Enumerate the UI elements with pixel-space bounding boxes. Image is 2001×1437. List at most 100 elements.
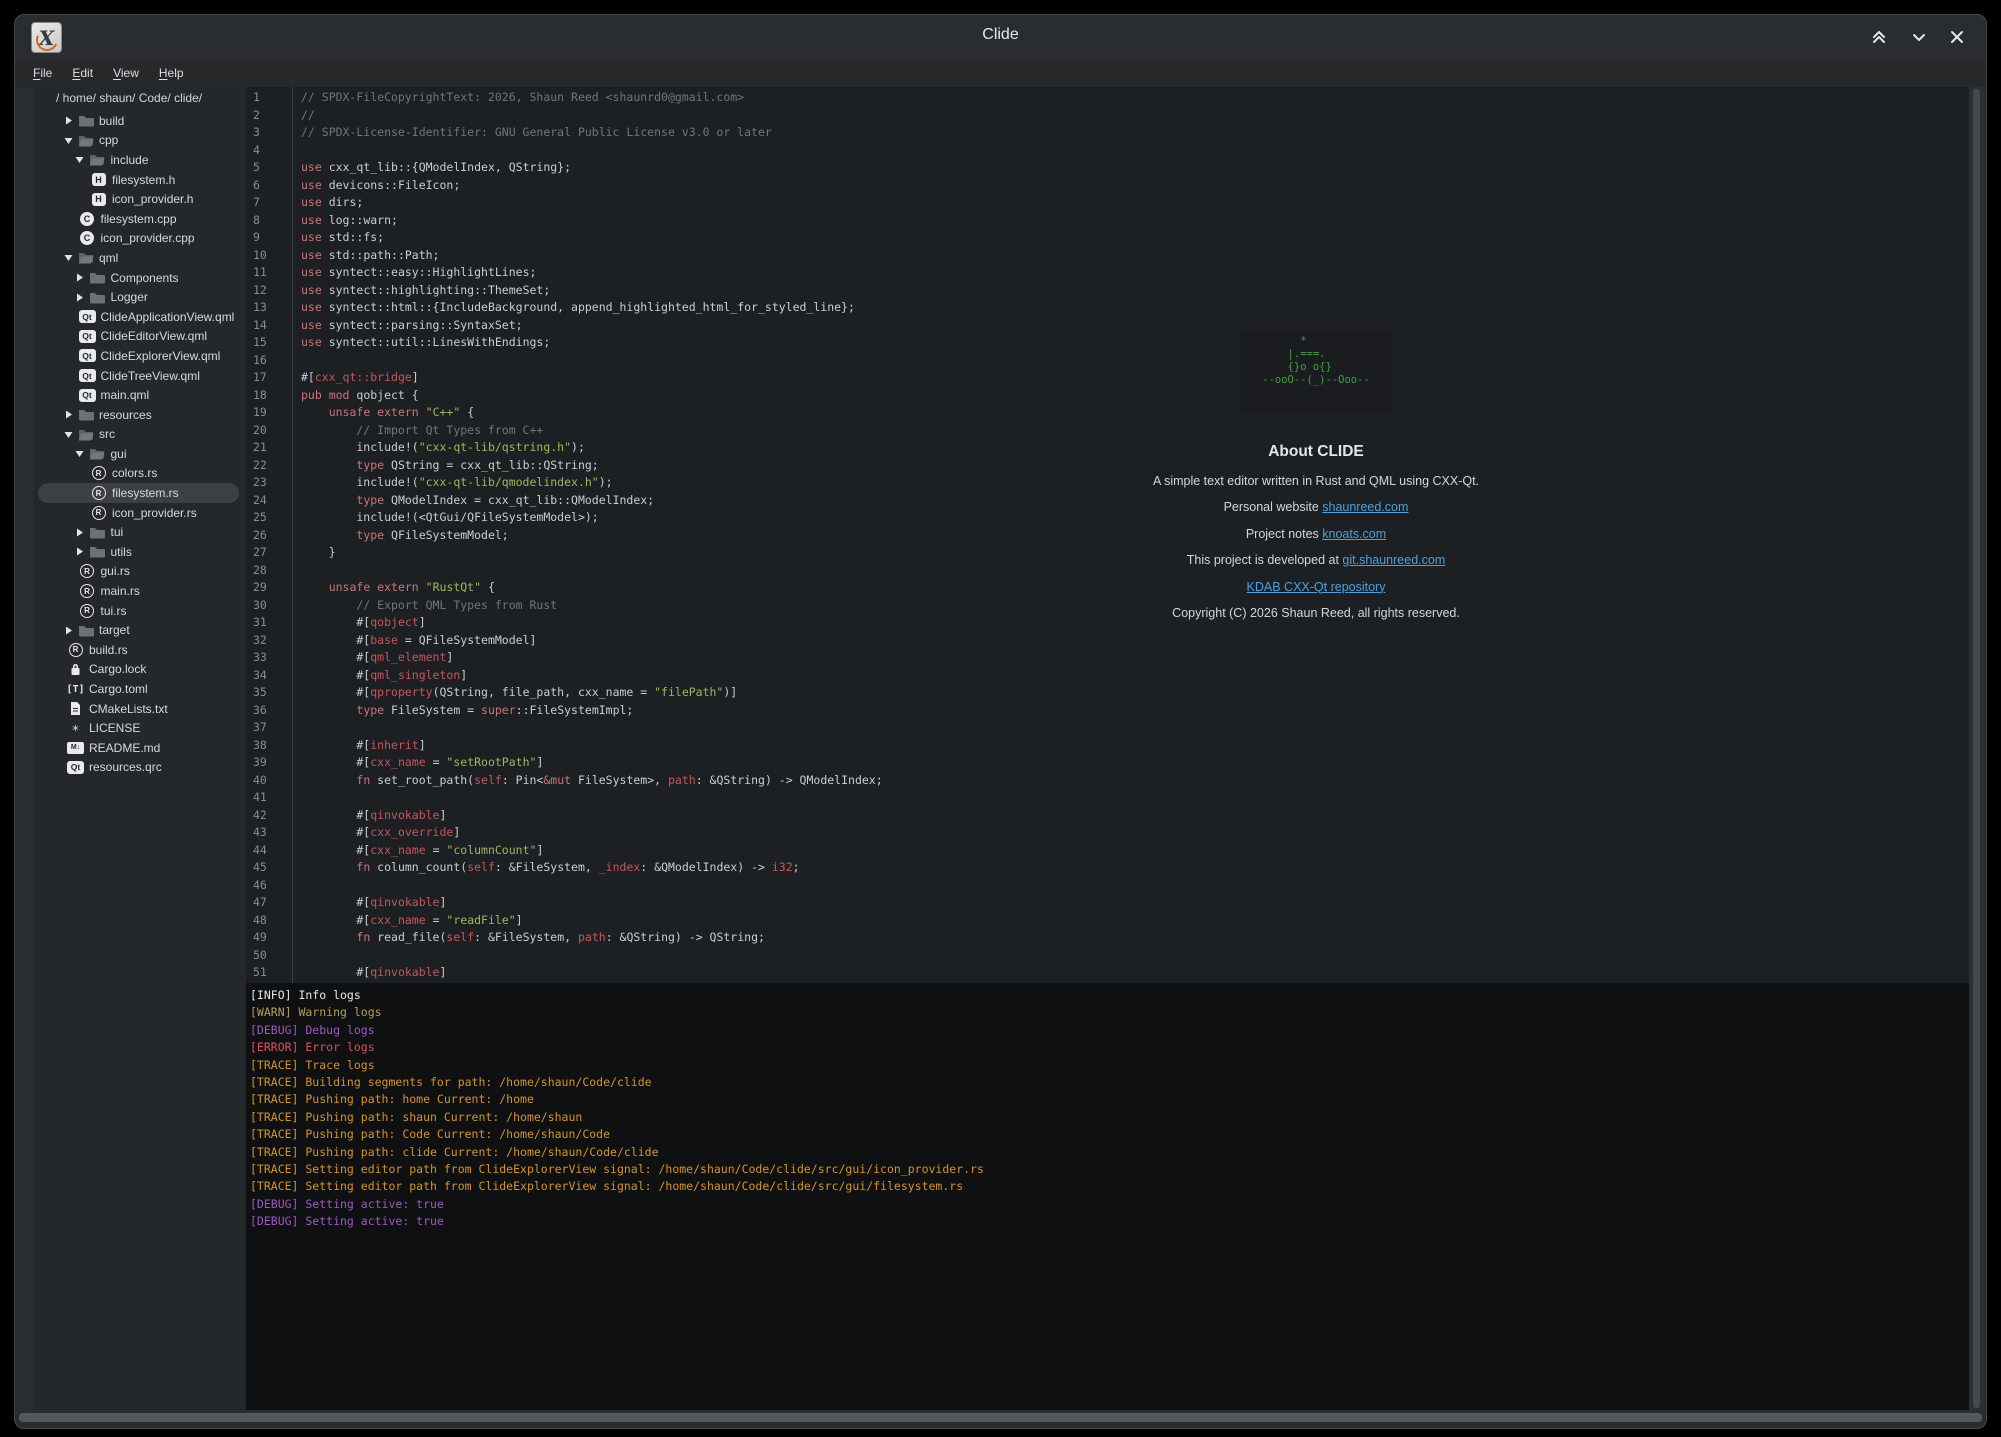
chevron-down-icon[interactable] (62, 136, 74, 145)
tree-item-icon-provider-rs[interactable]: Ricon_provider.rs (38, 503, 239, 523)
code-line-35[interactable]: 35 #[qproperty(QString, file_path, cxx_n… (246, 684, 1969, 702)
code-line-51[interactable]: 51 #[qinvokable] (246, 964, 1969, 982)
line-content: type QString = cxx_qt_lib::QString; (286, 457, 599, 475)
menu-help[interactable]: Help (149, 63, 194, 83)
tree-item-components[interactable]: Components (38, 268, 239, 288)
code-line-41[interactable]: 41 (246, 789, 1969, 807)
line-content: #[qproperty(QString, file_path, cxx_name… (286, 684, 737, 702)
code-line-50[interactable]: 50 (246, 947, 1969, 965)
chevron-down-icon[interactable] (74, 449, 86, 458)
app-window: X Clide FileEditViewHelp / home/ shaun/ … (14, 14, 1987, 1429)
tree-item-filesystem-rs[interactable]: Rfilesystem.rs (38, 483, 239, 503)
tree-item-filesystem-h[interactable]: Hfilesystem.h (38, 170, 239, 190)
tree-item-icon-provider-h[interactable]: Hicon_provider.h (38, 189, 239, 209)
code-line-39[interactable]: 39 #[cxx_name = "setRootPath"] (246, 754, 1969, 772)
tree-item-qml[interactable]: qml (38, 248, 239, 268)
code-line-11[interactable]: 11use syntect::easy::HighlightLines; (246, 264, 1969, 282)
code-line-7[interactable]: 7use dirs; (246, 194, 1969, 212)
link-shaunreed-com[interactable]: shaunreed.com (1322, 500, 1408, 514)
code-line-37[interactable]: 37 (246, 719, 1969, 737)
tree-item-include[interactable]: include (38, 150, 239, 170)
horizontal-scrollbar-thumb[interactable] (19, 1413, 1982, 1422)
tree-item-main-rs[interactable]: Rmain.rs (38, 581, 239, 601)
menu-view[interactable]: View (103, 63, 149, 83)
link-git-shaunreed-com[interactable]: git.shaunreed.com (1342, 553, 1445, 567)
tree-item-gui-rs[interactable]: Rgui.rs (38, 562, 239, 582)
minimize-button[interactable] (1908, 26, 1930, 48)
tree-item-resources-qrc[interactable]: Qtresources.qrc (38, 758, 239, 778)
link-knoats-com[interactable]: knoats.com (1322, 527, 1386, 541)
code-line-34[interactable]: 34 #[qml_singleton] (246, 667, 1969, 685)
vertical-scrollbar[interactable] (1969, 87, 1984, 1410)
tree-item-utils[interactable]: utils (38, 542, 239, 562)
code-line-10[interactable]: 10use std::path::Path; (246, 247, 1969, 265)
code-line-48[interactable]: 48 #[cxx_name = "readFile"] (246, 912, 1969, 930)
tree-item-logger[interactable]: Logger (38, 287, 239, 307)
chevron-right-icon[interactable] (74, 528, 86, 537)
code-line-47[interactable]: 47 #[qinvokable] (246, 894, 1969, 912)
tree-item-main-qml[interactable]: Qtmain.qml (38, 385, 239, 405)
code-line-1[interactable]: 1// SPDX-FileCopyrightText: 2026, Shaun … (246, 89, 1969, 107)
code-line-43[interactable]: 43 #[cxx_override] (246, 824, 1969, 842)
code-line-32[interactable]: 32 #[base = QFileSystemModel] (246, 632, 1969, 650)
tree-item-clideexplorerview-qml[interactable]: QtClideExplorerView.qml (38, 346, 239, 366)
horizontal-scrollbar[interactable] (19, 1413, 1982, 1422)
code-line-36[interactable]: 36 type FileSystem = super::FileSystemIm… (246, 702, 1969, 720)
tree-item-tui[interactable]: tui (38, 522, 239, 542)
code-line-44[interactable]: 44 #[cxx_name = "columnCount"] (246, 842, 1969, 860)
vertical-scrollbar-thumb[interactable] (1973, 89, 1980, 1408)
code-line-46[interactable]: 46 (246, 877, 1969, 895)
code-line-8[interactable]: 8use log::warn; (246, 212, 1969, 230)
code-line-6[interactable]: 6use devicons::FileIcon; (246, 177, 1969, 195)
tree-item-cmakelists-txt[interactable]: CMakeLists.txt (38, 699, 239, 719)
menu-edit[interactable]: Edit (62, 63, 103, 83)
tree-item-tui-rs[interactable]: Rtui.rs (38, 601, 239, 621)
tree-item-colors-rs[interactable]: Rcolors.rs (38, 464, 239, 484)
code-line-12[interactable]: 12use syntect::highlighting::ThemeSet; (246, 282, 1969, 300)
menu-file[interactable]: File (23, 63, 62, 83)
code-line-2[interactable]: 2// (246, 107, 1969, 125)
code-editor[interactable]: 1// SPDX-FileCopyrightText: 2026, Shaun … (246, 87, 1969, 983)
chevron-down-icon[interactable] (62, 430, 74, 439)
chevron-right-icon[interactable] (74, 273, 86, 282)
tree-item-clidetreeview-qml[interactable]: QtClideTreeView.qml (38, 366, 239, 386)
tree-item-clideeditorview-qml[interactable]: QtClideEditorView.qml (38, 327, 239, 347)
chevron-right-icon[interactable] (62, 626, 74, 635)
tree-root-path[interactable]: / home/ shaun/ Code/ clide/ (34, 87, 246, 108)
code-line-49[interactable]: 49 fn read_file(self: &FileSystem, path:… (246, 929, 1969, 947)
tree-item-target[interactable]: target (38, 620, 239, 640)
tree-item-cargo-toml[interactable]: [T]Cargo.toml (38, 679, 239, 699)
code-line-9[interactable]: 9use std::fs; (246, 229, 1969, 247)
chevron-right-icon[interactable] (74, 547, 86, 556)
line-number: 34 (246, 667, 286, 685)
code-line-13[interactable]: 13use syntect::html::{IncludeBackground,… (246, 299, 1969, 317)
chevron-right-icon[interactable] (74, 293, 86, 302)
tree-item-build-rs[interactable]: Rbuild.rs (38, 640, 239, 660)
code-line-3[interactable]: 3// SPDX-License-Identifier: GNU General… (246, 124, 1969, 142)
tree-item-resources[interactable]: resources (38, 405, 239, 425)
code-line-45[interactable]: 45 fn column_count(self: &FileSystem, _i… (246, 859, 1969, 877)
tree-item-clideapplicationview-qml[interactable]: QtClideApplicationView.qml (38, 307, 239, 327)
tree-item-build[interactable]: build (38, 111, 239, 131)
tree-item-license[interactable]: ✶LICENSE (38, 718, 239, 738)
tree-item-src[interactable]: src (38, 425, 239, 445)
tree-item-icon-provider-cpp[interactable]: Cicon_provider.cpp (38, 229, 239, 249)
code-line-5[interactable]: 5use cxx_qt_lib::{QModelIndex, QString}; (246, 159, 1969, 177)
shade-button[interactable] (1868, 26, 1890, 48)
tree-item-gui[interactable]: gui (38, 444, 239, 464)
tree-item-cargo-lock[interactable]: Cargo.lock (38, 660, 239, 680)
tree-item-readme-md[interactable]: M↓README.md (38, 738, 239, 758)
link-kdab-cxx-qt-repository[interactable]: KDAB CXX-Qt repository (1247, 580, 1386, 594)
tree-item-filesystem-cpp[interactable]: Cfilesystem.cpp (38, 209, 239, 229)
close-button[interactable] (1946, 26, 1968, 48)
chevron-down-icon[interactable] (74, 155, 86, 164)
code-line-40[interactable]: 40 fn set_root_path(self: Pin<&mut FileS… (246, 772, 1969, 790)
code-line-33[interactable]: 33 #[qml_element] (246, 649, 1969, 667)
code-line-4[interactable]: 4 (246, 142, 1969, 160)
chevron-down-icon[interactable] (62, 253, 74, 262)
chevron-right-icon[interactable] (62, 410, 74, 419)
code-line-42[interactable]: 42 #[qinvokable] (246, 807, 1969, 825)
code-line-38[interactable]: 38 #[inherit] (246, 737, 1969, 755)
tree-item-cpp[interactable]: cpp (38, 131, 239, 151)
chevron-right-icon[interactable] (62, 116, 74, 125)
